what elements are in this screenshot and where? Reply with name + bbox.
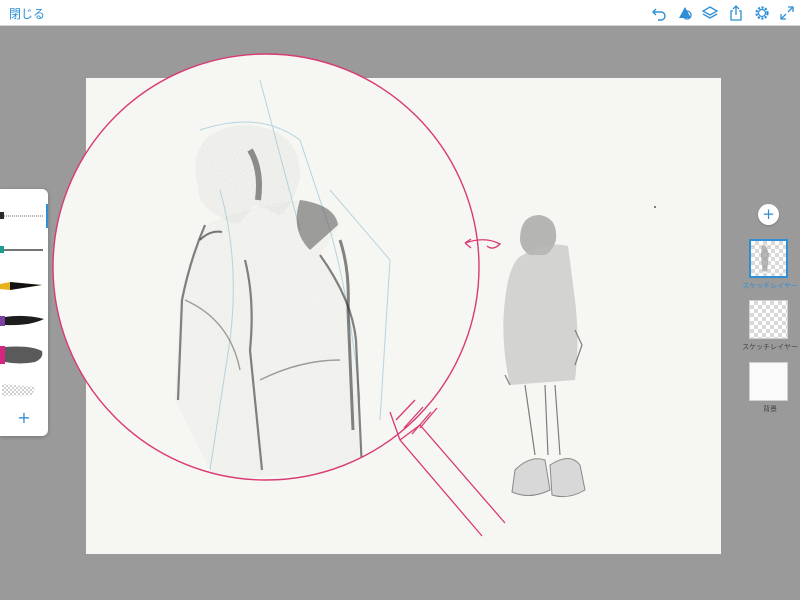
brush-watercolor[interactable] [0, 306, 48, 336]
layer-label: 背景 [763, 405, 777, 413]
brush-paint[interactable] [0, 340, 48, 370]
layer-label: スケッチレイヤー [742, 343, 798, 351]
settings-icon[interactable] [753, 4, 771, 22]
layer-thumbnail [749, 300, 788, 339]
layers-icon[interactable] [701, 4, 719, 22]
share-icon[interactable] [727, 4, 745, 22]
brush-pencil[interactable] [0, 201, 48, 231]
brush-color-swatch [0, 212, 4, 219]
layer-label: スケッチレイヤー [742, 282, 798, 290]
brush-marker[interactable] [0, 271, 48, 301]
close-button[interactable]: 閉じる [9, 5, 45, 22]
fullscreen-icon[interactable] [778, 4, 796, 22]
brush-eraser[interactable] [0, 375, 48, 405]
brush-ink-pen[interactable] [0, 235, 48, 265]
brush-panel: + [0, 189, 48, 436]
top-toolbar: 閉じる [0, 0, 800, 26]
add-layer-button[interactable]: + [758, 204, 779, 225]
undo-icon[interactable] [650, 4, 668, 22]
drawing-canvas[interactable] [86, 78, 721, 554]
layer-thumbnail [749, 239, 788, 278]
layer-thumbnail [749, 362, 788, 401]
shape-tool-icon[interactable] [676, 4, 694, 22]
add-brush-button[interactable]: + [14, 408, 34, 428]
